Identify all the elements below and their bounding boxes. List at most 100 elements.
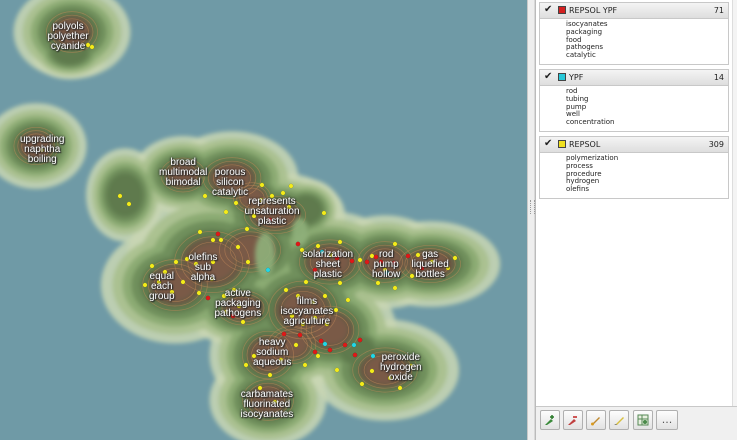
document-point[interactable]	[327, 347, 333, 353]
document-point[interactable]	[265, 267, 271, 273]
document-point[interactable]	[281, 331, 287, 337]
document-point[interactable]	[259, 182, 265, 188]
remove-group-button[interactable]	[563, 410, 583, 430]
document-point[interactable]	[342, 342, 348, 348]
add-group-button[interactable]	[540, 410, 560, 430]
document-point[interactable]	[244, 226, 250, 232]
cluster-label[interactable]: solarization sheet plastic	[303, 250, 354, 280]
document-point[interactable]	[288, 183, 294, 189]
cluster-label[interactable]: polyols polyether cyanide	[48, 22, 89, 52]
document-point[interactable]	[392, 241, 398, 247]
document-point[interactable]	[205, 295, 211, 301]
group-count: 71	[713, 6, 724, 15]
highlight-button[interactable]	[609, 410, 629, 430]
document-point[interactable]	[337, 239, 343, 245]
document-point[interactable]	[197, 229, 203, 235]
group-checkbox[interactable]: ✔	[544, 5, 554, 15]
document-point[interactable]	[364, 259, 370, 265]
list-scrollbar[interactable]	[732, 0, 737, 406]
document-point[interactable]	[293, 342, 299, 348]
document-point[interactable]	[280, 190, 286, 196]
panel-splitter[interactable]	[527, 0, 535, 440]
document-point[interactable]	[392, 285, 398, 291]
cluster-label[interactable]: broad multimodal bimodal	[159, 158, 207, 188]
document-point[interactable]	[334, 367, 340, 373]
document-point[interactable]	[297, 332, 303, 338]
document-point[interactable]	[233, 200, 239, 206]
group-name: REPSOL	[569, 139, 601, 149]
cluster-label[interactable]: equal each group	[149, 272, 175, 302]
cluster-label[interactable]: films isocyanates agriculture	[281, 297, 334, 327]
cluster-label[interactable]: heavy sodium aqueous	[253, 338, 291, 368]
document-point[interactable]	[370, 353, 376, 359]
cluster-label-line: hollow	[372, 269, 401, 280]
document-point[interactable]	[303, 279, 309, 285]
document-point[interactable]	[397, 385, 403, 391]
document-point[interactable]	[405, 253, 411, 259]
group-color-swatch[interactable]	[558, 139, 566, 148]
document-point[interactable]	[352, 352, 358, 358]
document-point[interactable]	[345, 297, 351, 303]
document-point[interactable]	[142, 282, 148, 288]
document-point[interactable]	[218, 237, 224, 243]
document-point[interactable]	[196, 290, 202, 296]
document-point[interactable]	[240, 319, 246, 325]
cluster-label[interactable]: porous silicon catalytic	[212, 168, 248, 198]
edit-group-button[interactable]	[586, 410, 606, 430]
cluster-label[interactable]: represents unsaturation plastic	[245, 197, 300, 227]
document-point[interactable]	[315, 243, 321, 249]
group-keyword: pump	[566, 102, 587, 111]
group-header[interactable]: ✔ YPF 14	[540, 69, 728, 86]
cluster-label[interactable]: carbamates fluorinated isocyanates	[241, 390, 294, 420]
document-point[interactable]	[215, 231, 221, 237]
document-point[interactable]	[173, 259, 179, 265]
document-point[interactable]	[357, 257, 363, 263]
document-point[interactable]	[295, 241, 301, 247]
document-point[interactable]	[267, 372, 273, 378]
document-point[interactable]	[315, 353, 321, 359]
document-point[interactable]	[318, 338, 324, 344]
cluster-label[interactable]: upgrading naphtha boiling	[20, 135, 64, 165]
group-header[interactable]: ✔ REPSOL YPF 71	[540, 3, 728, 19]
more-button[interactable]: ...	[656, 410, 678, 430]
cluster-label[interactable]: gas liquefied bottles	[412, 250, 449, 280]
document-point[interactable]	[333, 307, 339, 313]
cluster-label[interactable]: peroxide hydrogen oxide	[380, 353, 422, 383]
group-color-swatch[interactable]	[558, 6, 566, 14]
document-point[interactable]	[223, 209, 229, 215]
cluster-label[interactable]: rod pump hollow	[372, 250, 400, 280]
document-point[interactable]	[245, 259, 251, 265]
group-checkbox[interactable]: ✔	[544, 71, 554, 82]
document-point[interactable]	[89, 44, 95, 50]
document-point[interactable]	[321, 210, 327, 216]
group-header[interactable]: ✔ REPSOL 309	[540, 136, 728, 153]
document-point[interactable]	[375, 280, 381, 286]
document-point[interactable]	[322, 341, 328, 347]
document-point[interactable]	[126, 201, 132, 207]
group-count: 14	[713, 72, 724, 82]
document-point[interactable]	[312, 349, 318, 355]
cluster-label[interactable]: olefins sub alpha	[189, 253, 218, 283]
document-point[interactable]	[369, 368, 375, 374]
document-point[interactable]	[149, 263, 155, 269]
document-point[interactable]	[243, 362, 249, 368]
brush-icon	[591, 417, 600, 426]
document-point[interactable]	[283, 287, 289, 293]
cluster-label[interactable]: active packaging pathogens	[215, 289, 262, 319]
density-map[interactable]: polyols polyether cyanide upgrading naphtha b…	[0, 0, 527, 440]
document-point[interactable]	[337, 280, 343, 286]
document-point[interactable]	[180, 279, 186, 285]
document-point[interactable]	[302, 362, 308, 368]
document-point[interactable]	[117, 193, 123, 199]
document-point[interactable]	[351, 342, 357, 348]
group-color-swatch[interactable]	[558, 72, 566, 81]
group-checkbox[interactable]: ✔	[544, 138, 554, 149]
document-point[interactable]	[452, 255, 458, 261]
document-point[interactable]	[359, 381, 365, 387]
grid-settings-button[interactable]	[633, 410, 653, 430]
document-point[interactable]	[202, 193, 208, 199]
document-point[interactable]	[357, 337, 363, 343]
document-point[interactable]	[210, 237, 216, 243]
group-repsol: ✔ REPSOL 309 polymerization process proc…	[539, 135, 729, 199]
document-point[interactable]	[235, 244, 241, 250]
